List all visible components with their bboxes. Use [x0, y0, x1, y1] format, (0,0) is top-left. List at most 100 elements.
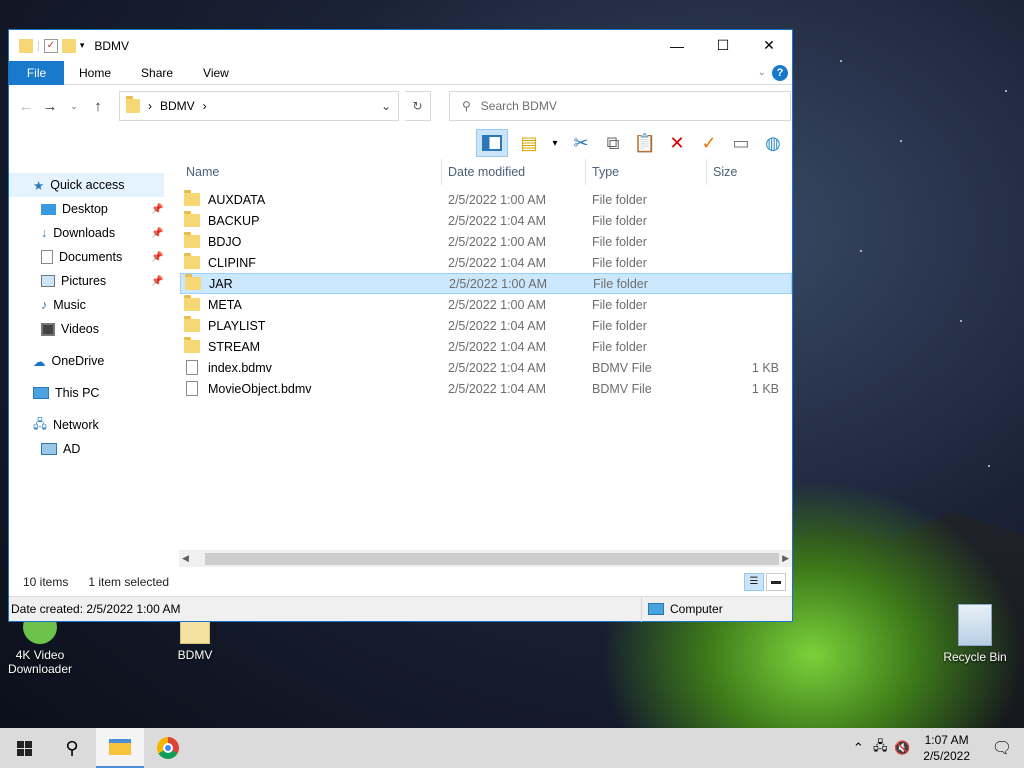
new-folder-icon[interactable]	[61, 38, 76, 53]
cell-name: JAR	[181, 274, 443, 291]
taskbar-file-explorer[interactable]	[96, 728, 144, 768]
recent-locations-icon[interactable]: ⌄	[65, 101, 83, 112]
file-name: AUXDATA	[208, 192, 266, 207]
table-row[interactable]: BDJO 2/5/2022 1:00 AM File folder	[180, 231, 792, 252]
breadcrumb-separator[interactable]: ›	[203, 99, 207, 113]
computer-icon	[41, 443, 57, 455]
properties-icon[interactable]: ▤	[518, 132, 540, 154]
nav-downloads[interactable]: ↓ Downloads 📌	[9, 221, 179, 245]
nav-music[interactable]: ♪ Music	[9, 293, 179, 317]
cell-name: MovieObject.bdmv	[180, 381, 442, 396]
folder-icon	[184, 190, 200, 206]
star	[900, 140, 902, 142]
close-button[interactable]: ✕	[746, 30, 792, 61]
minimize-button[interactable]: —	[654, 30, 700, 61]
paste-icon[interactable]: 📋	[634, 132, 656, 154]
desktop-icon-recycle-bin[interactable]: Recycle Bin	[935, 604, 1015, 664]
star	[840, 60, 842, 62]
large-icons-view-icon[interactable]: ▬	[766, 572, 786, 591]
nav-label: Documents	[59, 250, 123, 264]
shell-icon[interactable]: ◍	[762, 132, 784, 154]
search-input[interactable]: ⚲ Search BDMV	[449, 91, 791, 121]
tab-view[interactable]: View	[188, 61, 244, 85]
desktop-icon-label: Recycle Bin	[943, 650, 1007, 664]
maximize-button[interactable]: ☐	[700, 30, 746, 61]
nav-pictures[interactable]: Pictures 📌	[9, 269, 179, 293]
breadcrumb-separator[interactable]: ›	[148, 99, 152, 113]
column-type[interactable]: Type	[586, 159, 707, 185]
table-row[interactable]: CLIPINF 2/5/2022 1:04 AM File folder	[180, 252, 792, 273]
nav-ad[interactable]: AD	[9, 437, 179, 461]
computer-icon	[648, 603, 664, 615]
tab-home[interactable]: Home	[64, 61, 126, 85]
refresh-button[interactable]: ↻	[405, 91, 431, 121]
table-row[interactable]: JAR 2/5/2022 1:00 AM File folder	[180, 273, 792, 294]
table-row[interactable]: STREAM 2/5/2022 1:04 AM File folder	[180, 336, 792, 357]
preview-pane-icon[interactable]	[476, 129, 508, 157]
cell-type: File folder	[592, 297, 647, 312]
network-icon: 🖧	[33, 416, 47, 431]
checkmark-icon[interactable]: ✓	[698, 132, 720, 154]
table-row[interactable]: META 2/5/2022 1:00 AM File folder	[180, 294, 792, 315]
scroll-right-icon[interactable]: ▶	[779, 553, 792, 564]
customize-qat-icon[interactable]: ▾	[80, 40, 85, 51]
address-dropdown-icon[interactable]: ⌄	[374, 99, 398, 113]
table-row[interactable]: BACKUP 2/5/2022 1:04 AM File folder	[180, 210, 792, 231]
network-status-icon[interactable]: 🖧	[869, 737, 891, 759]
forward-icon[interactable]: →	[41, 98, 59, 115]
cell-name: PLAYLIST	[180, 316, 442, 333]
cell-date-modified: 2/5/2022 1:00 AM	[448, 234, 546, 249]
volume-muted-icon[interactable]: 🔇	[891, 740, 913, 756]
nav-label: Desktop	[62, 202, 108, 216]
table-row[interactable]: AUXDATA 2/5/2022 1:00 AM File folder	[180, 189, 792, 210]
nav-this-pc[interactable]: This PC	[9, 381, 179, 405]
table-row[interactable]: PLAYLIST 2/5/2022 1:04 AM File folder	[180, 315, 792, 336]
nav-quick-access[interactable]: ★ Quick access	[9, 173, 164, 197]
search-button[interactable]: ⚲	[48, 728, 96, 768]
rename-icon[interactable]: ▭	[730, 132, 752, 154]
details-view-icon[interactable]: ☰	[744, 572, 764, 591]
file-rows: AUXDATA 2/5/2022 1:00 AM File folder BACKUP…	[180, 185, 792, 399]
start-button[interactable]	[0, 728, 48, 768]
star-icon: ★	[33, 178, 45, 193]
column-name[interactable]: Name	[180, 159, 442, 185]
nav-onedrive[interactable]: ☁ OneDrive	[9, 349, 179, 373]
recycle-bin-icon	[958, 604, 992, 646]
nav-desktop[interactable]: Desktop 📌	[9, 197, 179, 221]
notifications-icon[interactable]: 🗨	[980, 738, 1024, 758]
folder-icon	[184, 232, 200, 248]
table-row[interactable]: index.bdmv 2/5/2022 1:04 AM BDMV File 1 KB	[180, 357, 792, 378]
help-icon[interactable]: ?	[772, 64, 788, 81]
table-row[interactable]: MovieObject.bdmv 2/5/2022 1:04 AM BDMV Fil…	[180, 378, 792, 399]
delete-icon[interactable]: ✕	[666, 132, 688, 154]
breadcrumb-bdmv[interactable]: BDMV	[160, 99, 195, 113]
properties-icon[interactable]: ✓	[43, 38, 58, 53]
scroll-thumb[interactable]	[204, 552, 780, 565]
show-hidden-icons-icon[interactable]: ⌃	[847, 740, 869, 756]
horizontal-scrollbar[interactable]: ◀ ▶	[179, 550, 792, 567]
nav-documents[interactable]: Documents 📌	[9, 245, 179, 269]
star	[988, 465, 990, 467]
nav-label: Network	[52, 418, 99, 432]
clock[interactable]: 1:07 AM 2/5/2022	[913, 732, 980, 764]
cell-name: CLIPINF	[180, 253, 442, 270]
pin-icon: 📌	[151, 251, 164, 263]
tab-file[interactable]: File	[9, 60, 64, 85]
folder-icon	[185, 274, 201, 290]
cut-icon[interactable]: ✂	[570, 132, 592, 154]
taskbar-chrome[interactable]	[144, 728, 192, 768]
tab-share[interactable]: Share	[126, 61, 188, 85]
column-size[interactable]: Size	[707, 159, 783, 185]
cell-size: 1 KB	[751, 360, 779, 375]
nav-network[interactable]: 🖧 Network	[9, 413, 179, 437]
scroll-left-icon[interactable]: ◀	[179, 553, 192, 564]
back-icon[interactable]: ←	[17, 98, 35, 115]
up-icon[interactable]: ↑	[89, 98, 107, 115]
copy-icon[interactable]: ⧉	[602, 132, 624, 154]
nav-label: Pictures	[61, 274, 107, 288]
expand-ribbon-icon[interactable]: ⌄	[758, 67, 766, 78]
dropdown-icon[interactable]: ▾	[550, 132, 560, 154]
column-date-modified[interactable]: Date modified	[442, 159, 586, 185]
address-bar[interactable]: › BDMV › ⌄	[119, 91, 399, 121]
nav-videos[interactable]: Videos	[9, 317, 179, 341]
